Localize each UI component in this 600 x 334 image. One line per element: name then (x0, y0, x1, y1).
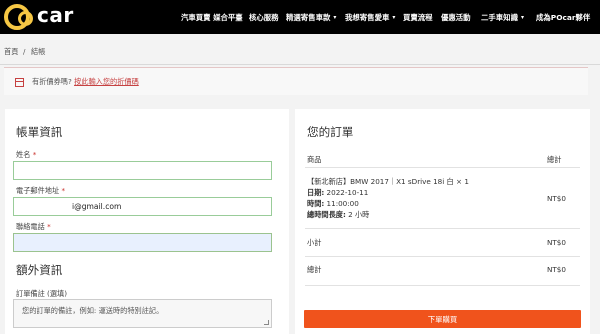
order-panel (295, 109, 590, 334)
required-mark: * (32, 150, 37, 159)
total-column-header: 總計 (547, 155, 562, 164)
nav-item-consign-car[interactable]: 我想寄售愛車 ▾ (345, 0, 395, 34)
nav-label: 汽車買賣 媒合平臺 (181, 12, 243, 22)
date-value: 2022-10-11 (326, 188, 369, 197)
name-label: 姓名 * (16, 150, 36, 160)
email-label-text: 電子郵件地址 (16, 186, 60, 195)
chevron-down-icon: ▾ (333, 13, 337, 21)
chevron-down-icon: ▾ (392, 13, 396, 21)
duration-value: 2 小時 (348, 210, 370, 219)
breadcrumb-current: 結帳 (31, 47, 46, 56)
nav-label: 優惠活動 (441, 12, 471, 22)
name-field[interactable] (13, 161, 272, 180)
order-title: 您的訂單 (307, 125, 354, 139)
order-item-price: NT$0 (547, 194, 566, 203)
nav-item-platform[interactable]: 汽車買賣 媒合平臺 (181, 0, 243, 34)
nav-item-promotions[interactable]: 優惠活動 (441, 0, 471, 34)
time-label: 時間: (307, 199, 325, 208)
pocar-logo[interactable]: car (4, 2, 74, 30)
breadcrumb (0, 34, 600, 68)
email-label: 電子郵件地址 * (16, 186, 65, 196)
nav-label: 我想寄售愛車 (345, 12, 390, 22)
nav-item-core-services[interactable]: 核心服務 (249, 0, 279, 34)
logo-o-mark (18, 11, 33, 26)
duration-label: 總時間長度: (307, 210, 346, 219)
breadcrumb-divider (0, 64, 600, 65)
nav-label: 買賣流程 (403, 12, 433, 22)
email-field[interactable]: i@gmail.com (13, 197, 272, 216)
logo-text: car (37, 3, 74, 27)
coupon-notice: 有折價券嗎? 按此輸入您的折價碼 (4, 67, 588, 95)
order-table-divider (305, 228, 580, 229)
nav-label: 精選寄售車款 (286, 12, 331, 22)
phone-label: 聯絡電話 * (16, 222, 51, 232)
order-item-duration: 總時間長度: 2 小時 (307, 210, 369, 220)
phone-label-text: 聯絡電話 (16, 222, 45, 231)
nav-item-process[interactable]: 買賣流程 (403, 0, 433, 34)
required-mark: * (61, 186, 66, 195)
nav-label: 成為POcar夥伴 (536, 12, 591, 22)
billing-title: 帳單資訊 (16, 125, 63, 139)
order-item-time: 時間: 11:00:00 (307, 199, 359, 209)
order-item-title: 【新北新店】BMW 2017｜X1 sDrive 18i 白 × 1 (307, 177, 469, 187)
subtotal-label: 小計 (307, 238, 322, 247)
extra-info-title: 額外資訊 (16, 263, 63, 277)
breadcrumb-home-link[interactable]: 首頁 (4, 47, 18, 57)
resize-handle-icon[interactable] (264, 320, 269, 325)
coupon-prompt: 有折價券嗎? (32, 77, 72, 86)
order-item-qty: × 1 (456, 177, 469, 186)
order-notes-placeholder: 您的訂單的備註，例如: 運送時的特別註記。 (22, 306, 164, 315)
total-label: 總計 (307, 265, 322, 274)
subtotal-value: NT$0 (547, 238, 566, 247)
required-mark: * (47, 222, 51, 231)
order-item-name: 【新北新店】BMW 2017｜X1 sDrive 18i 白 (307, 177, 454, 186)
date-label: 日期: (307, 188, 325, 197)
calendar-icon (15, 78, 24, 87)
place-order-button[interactable]: 下單購買 (304, 310, 581, 328)
order-item-date: 日期: 2022-10-11 (307, 188, 368, 198)
order-notes-textarea[interactable]: 您的訂單的備註，例如: 運送時的特別註記。 (13, 299, 272, 328)
time-value: 11:00:00 (326, 199, 359, 208)
coupon-code-link[interactable]: 按此輸入您的折價碼 (74, 77, 139, 86)
chevron-down-icon: ▾ (520, 13, 524, 21)
nav-item-used-car-knowledge[interactable]: 二手車知識 ▾ (481, 0, 524, 34)
nav-label: 二手車知識 (481, 12, 518, 22)
nav-label: 核心服務 (249, 12, 279, 22)
total-value: NT$0 (547, 265, 566, 274)
email-value: i@gmail.com (72, 202, 122, 211)
name-label-text: 姓名 (16, 150, 31, 159)
order-table-divider (305, 256, 580, 257)
order-notes-label: 訂單備註 (選填) (16, 289, 68, 298)
order-table-divider (305, 285, 580, 286)
top-navigation-bar: car 汽車買賣 媒合平臺 核心服務 精選寄售車款 ▾ 我想寄售愛車 ▾ 買賣流程 … (0, 0, 600, 34)
coupon-message: 有折價券嗎? 按此輸入您的折價碼 (32, 77, 139, 87)
nav-item-featured-cars[interactable]: 精選寄售車款 ▾ (286, 0, 336, 34)
breadcrumb-separator: / (23, 47, 26, 56)
phone-field[interactable] (13, 233, 272, 252)
nav-item-partner[interactable]: 成為POcar夥伴 (536, 0, 590, 34)
order-table-divider (305, 167, 580, 168)
product-column-header: 商品 (307, 155, 322, 164)
